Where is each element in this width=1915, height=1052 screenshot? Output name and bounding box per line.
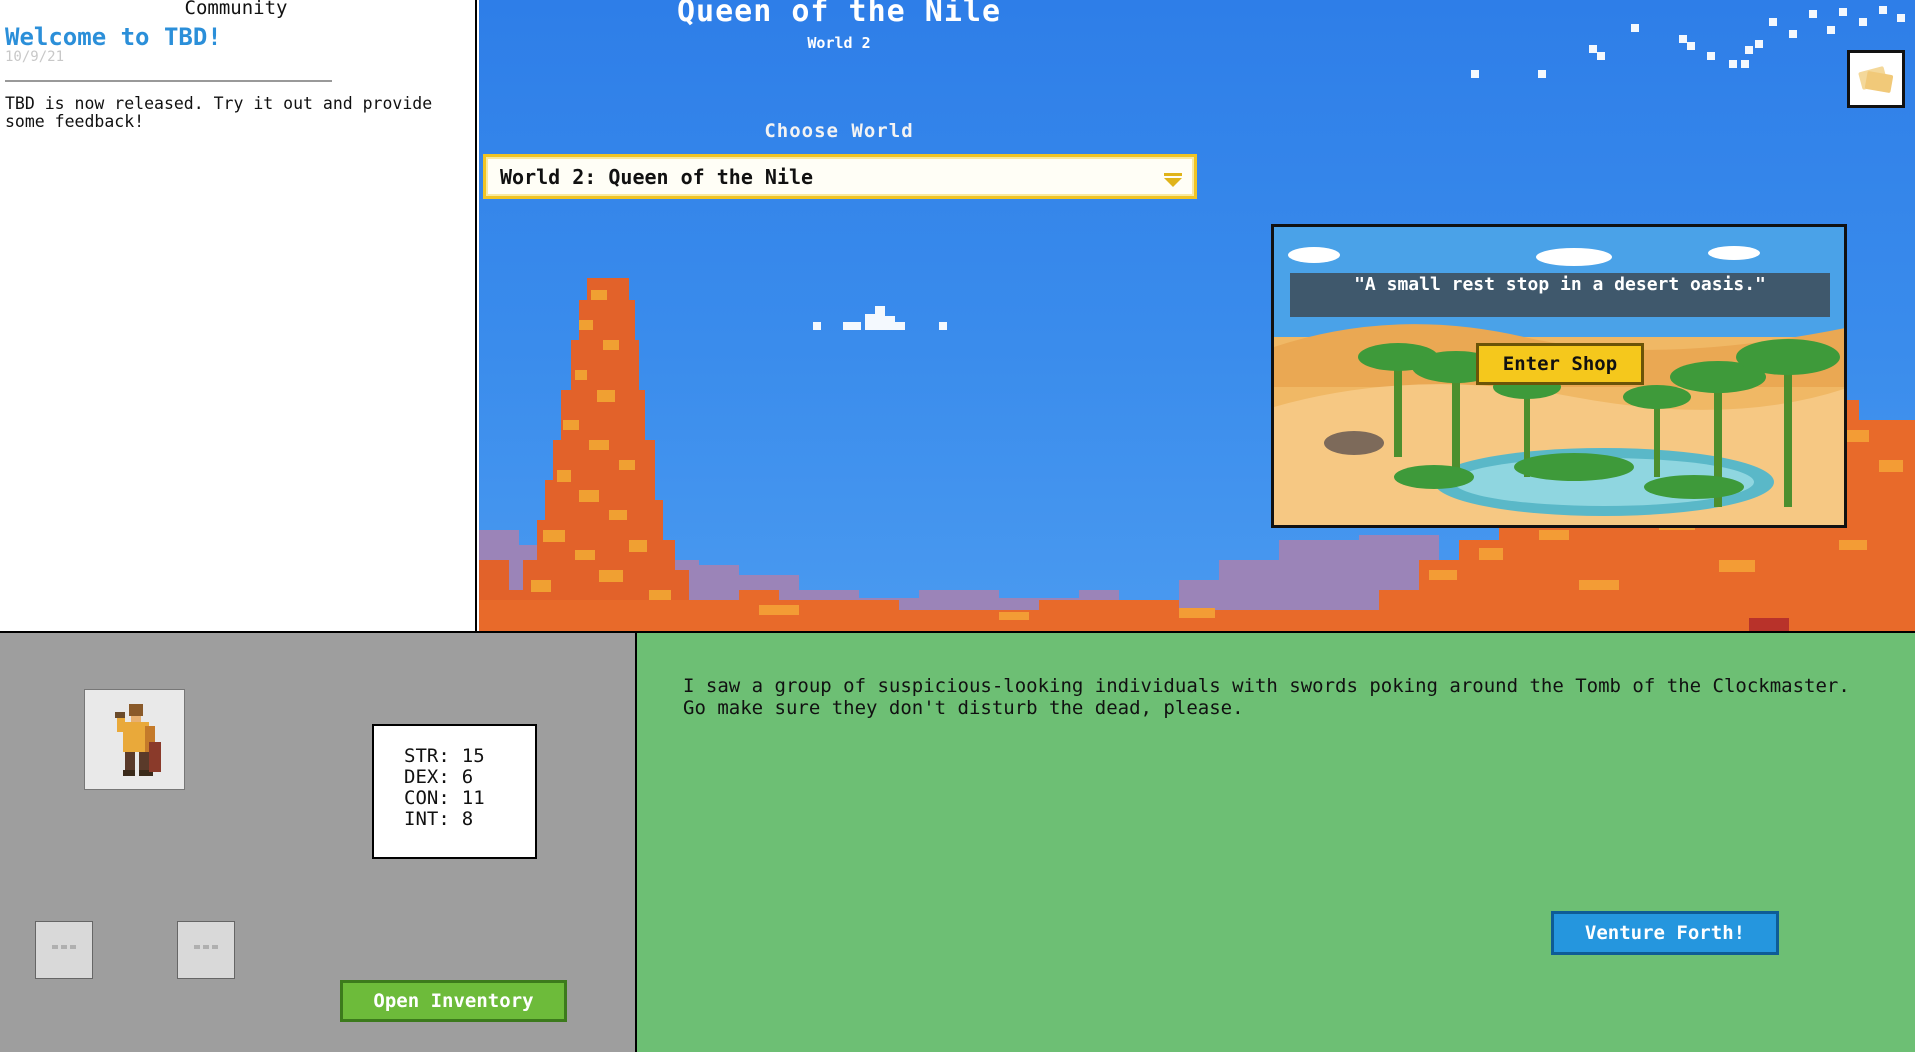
character-panel: STR: 15 DEX: 6 CON: 11 INT: 8 Open Inventory [0, 631, 637, 1052]
empty-slot-icon [194, 945, 218, 949]
quest-panel: I saw a group of suspicious-looking indi… [637, 631, 1915, 1052]
world-select-value: World 2: Queen of the Nile [500, 165, 814, 189]
post-title[interactable]: Welcome to TBD! [5, 23, 222, 51]
empty-slot-icon [52, 945, 76, 949]
stat-dex: DEX: 6 [404, 767, 473, 788]
community-header: Community [184, 0, 288, 19]
chevron-down-icon [1164, 173, 1182, 187]
post-body: TBD is now released. Try it out and prov… [5, 94, 433, 131]
shop-quote: "A small rest stop in a desert oasis." [1290, 273, 1830, 317]
stat-con: CON: 11 [404, 788, 485, 809]
open-inventory-button[interactable]: Open Inventory [340, 980, 567, 1022]
stat-value: 15 [461, 745, 485, 767]
stat-label: DEX: [404, 766, 450, 788]
choose-world-label: Choose World [764, 120, 914, 142]
stat-value: 6 [461, 766, 474, 788]
stats-box: STR: 15 DEX: 6 CON: 11 INT: 8 [372, 724, 537, 859]
quest-description: I saw a group of suspicious-looking indi… [683, 675, 1850, 719]
community-panel: Community Welcome to TBD! 10/9/21 TBD is… [0, 0, 477, 631]
venture-forth-button[interactable]: Venture Forth! [1551, 911, 1779, 955]
equipment-slot-2[interactable] [177, 921, 235, 979]
cards-icon[interactable] [1847, 50, 1905, 108]
world-select-dropdown[interactable]: World 2: Queen of the Nile [483, 154, 1197, 199]
equipment-slot-1[interactable] [35, 921, 93, 979]
world-subtitle: World 2 [807, 34, 871, 52]
post-date: 10/9/21 [5, 49, 65, 65]
shop-card: "A small rest stop in a desert oasis." E… [1271, 224, 1847, 528]
stat-int: INT: 8 [404, 809, 473, 830]
stat-label: STR: [404, 745, 450, 767]
world-title: Queen of the Nile [676, 0, 1002, 29]
post-divider [5, 80, 332, 82]
adventurer-icon [115, 704, 161, 776]
adventurer-portrait [84, 689, 185, 790]
stat-str: STR: 15 [404, 746, 485, 767]
world-view: Queen of the Nile World 2 Choose World W… [479, 0, 1915, 631]
stat-label: INT: [404, 808, 450, 830]
stat-label: CON: [404, 787, 450, 809]
enter-shop-button[interactable]: Enter Shop [1476, 343, 1644, 385]
stat-value: 8 [461, 808, 474, 830]
stat-value: 11 [461, 787, 485, 809]
